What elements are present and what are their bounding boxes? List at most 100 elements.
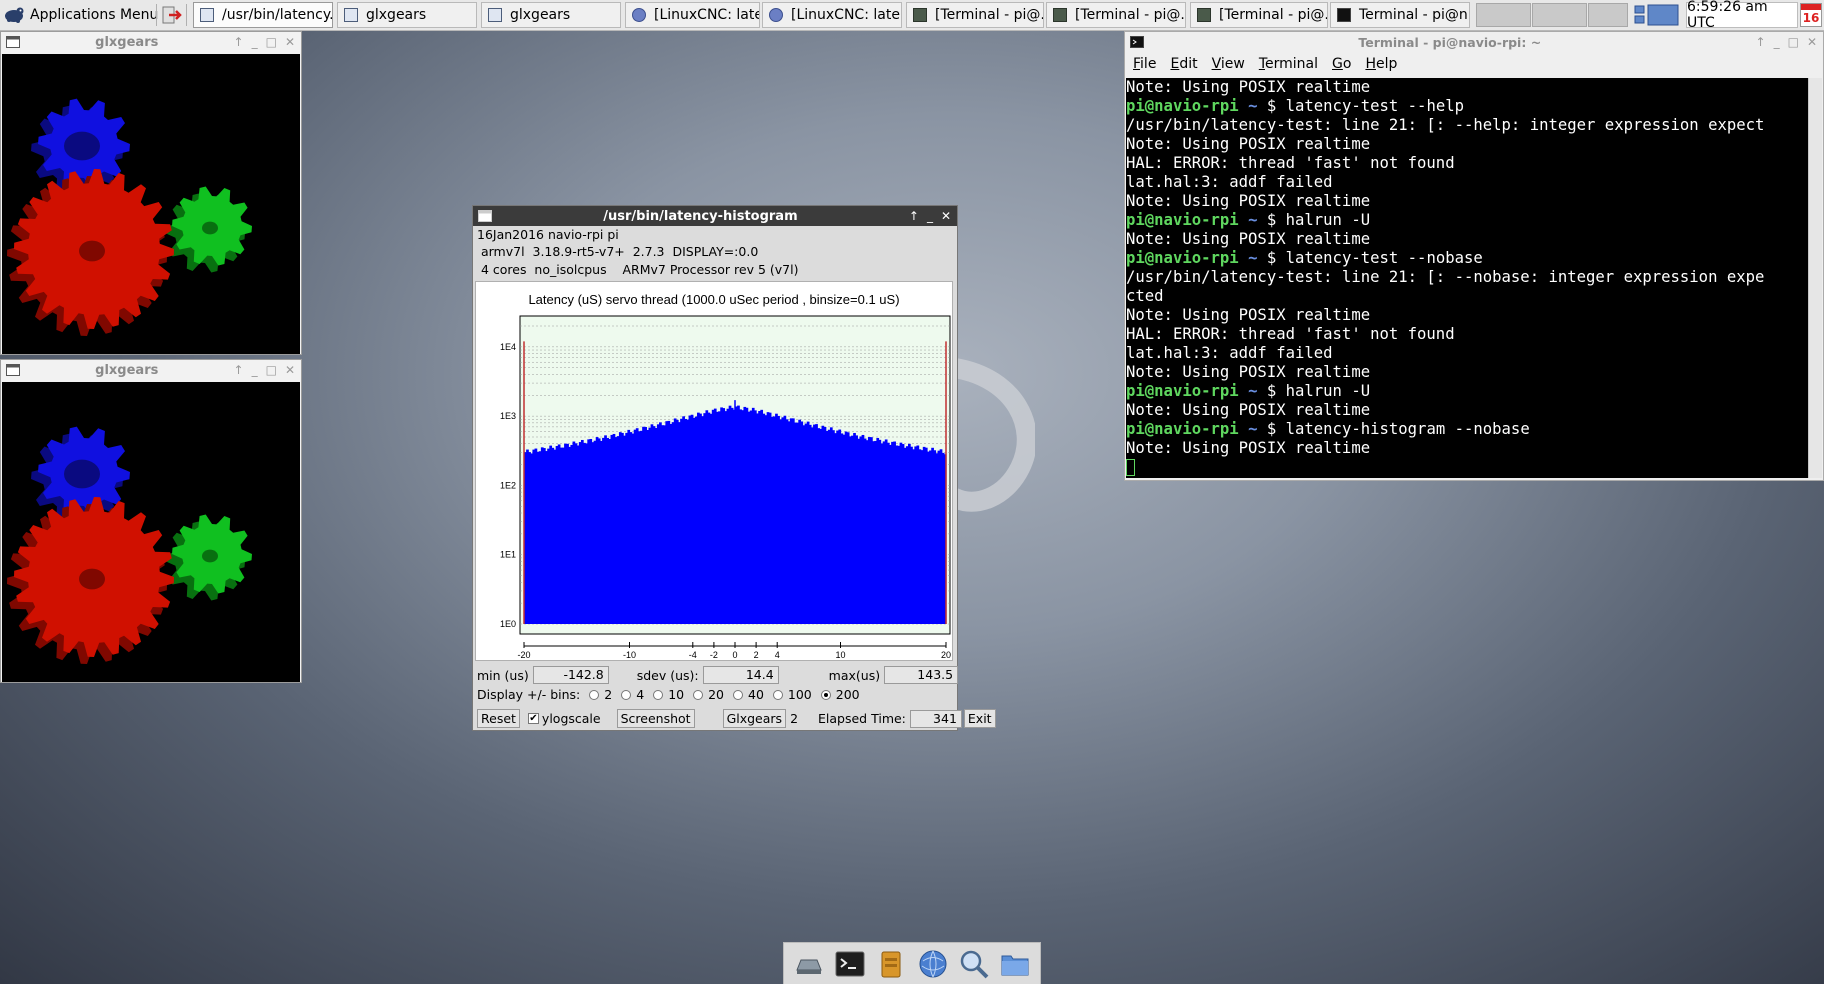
display-switch-icon[interactable] bbox=[1634, 4, 1680, 26]
clock[interactable]: 6:59:26 am UTC bbox=[1686, 0, 1798, 31]
terminal-icon[interactable] bbox=[834, 948, 866, 980]
close-button[interactable]: ✕ bbox=[285, 363, 295, 377]
radio-circle bbox=[621, 689, 632, 700]
terminal-line: lat.hal:3: addf failed bbox=[1126, 344, 1333, 362]
taskbar-item[interactable]: [LinuxCNC: late... bbox=[625, 2, 760, 28]
bins-radio[interactable]: 2 bbox=[589, 687, 612, 702]
terminal-line: Note: Using POSIX realtime bbox=[1126, 363, 1371, 381]
bins-radio[interactable]: 20 bbox=[693, 687, 724, 702]
minimize-button[interactable]: _ bbox=[927, 209, 933, 223]
workspace-1[interactable] bbox=[1476, 3, 1531, 27]
menu-mnemonic: G bbox=[1332, 56, 1343, 72]
bins-radio[interactable]: 4 bbox=[621, 687, 644, 702]
menu-go[interactable]: Go bbox=[1332, 56, 1351, 72]
screenshot-button[interactable]: Screenshot bbox=[616, 709, 695, 728]
shade-button[interactable]: ↑ bbox=[909, 209, 919, 223]
taskbar-item[interactable]: glxgears bbox=[337, 2, 477, 28]
show-desktop-icon[interactable] bbox=[793, 948, 825, 980]
maximize-button[interactable]: □ bbox=[266, 363, 277, 377]
exit-button[interactable]: Exit bbox=[963, 709, 996, 728]
info-line-cpu: 4 cores no_isolcpus ARMv7 Processor rev … bbox=[477, 262, 799, 277]
taskbar-item[interactable]: /usr/bin/latency... bbox=[193, 2, 333, 28]
calendar-icon[interactable]: 16 bbox=[1800, 3, 1822, 27]
menu-help[interactable]: Help bbox=[1365, 56, 1397, 72]
taskbar-item-label: glxgears bbox=[510, 7, 571, 23]
ylogscale-checkbox[interactable]: ✔ bbox=[527, 713, 539, 724]
terminal-line: Note: Using POSIX realtime bbox=[1126, 135, 1371, 153]
titlebar[interactable]: glxgears ↑ _ □ ✕ bbox=[1, 32, 301, 52]
bins-radio[interactable]: 100 bbox=[772, 687, 812, 702]
taskbar-item[interactable]: [Terminal - pi@... bbox=[906, 2, 1044, 28]
folder-icon[interactable] bbox=[999, 948, 1031, 980]
linuxcnc-icon bbox=[632, 8, 646, 22]
workspace-3[interactable] bbox=[1588, 3, 1628, 27]
shade-button[interactable]: ↑ bbox=[1756, 35, 1766, 49]
minimize-button[interactable]: _ bbox=[1774, 35, 1780, 49]
calendar-day: 16 bbox=[1802, 11, 1820, 25]
app-finder-icon[interactable] bbox=[958, 948, 990, 980]
maximize-button[interactable]: □ bbox=[1788, 35, 1799, 49]
window-icon bbox=[200, 8, 214, 22]
terminal-window[interactable]: Terminal - pi@navio-rpi: ~ ↑ _ □ ✕ File E… bbox=[1124, 31, 1824, 481]
menu-label-rest: iew bbox=[1220, 56, 1245, 72]
histogram-plot: Latency (uS) servo thread (1000.0 uSec p… bbox=[475, 281, 953, 661]
taskbar-item[interactable]: [LinuxCNC: late... bbox=[762, 2, 902, 28]
bins-radio-label: 10 bbox=[668, 687, 685, 702]
terminal-output[interactable]: Note: Using POSIX realtime pi@navio-rpi ~… bbox=[1126, 78, 1808, 478]
taskbar-item-label: /usr/bin/latency... bbox=[222, 7, 333, 23]
glxgears-button[interactable]: Glxgears bbox=[722, 709, 787, 728]
terminal-icon bbox=[1130, 36, 1144, 48]
max-label: max(us) bbox=[828, 667, 881, 683]
bins-radio[interactable]: 200 bbox=[820, 687, 860, 702]
window-icon bbox=[478, 210, 492, 222]
taskbar-item[interactable]: glxgears bbox=[481, 2, 621, 28]
glxgears-window-2[interactable]: glxgears ↑ _ □ ✕ bbox=[0, 359, 302, 683]
close-button[interactable]: ✕ bbox=[1807, 35, 1817, 49]
taskbar-item[interactable]: Terminal - pi@n... bbox=[1330, 2, 1470, 28]
applications-menu-button[interactable]: Applications Menu bbox=[2, 2, 158, 28]
terminal-line: pi@navio-rpi ~ $ halrun -U bbox=[1126, 211, 1808, 230]
min-label: min (us) bbox=[477, 667, 529, 683]
close-button[interactable]: ✕ bbox=[941, 209, 951, 223]
latency-histogram-window[interactable]: /usr/bin/latency-histogram ↑ _ ✕ 16Jan20… bbox=[472, 205, 996, 731]
titlebar[interactable]: /usr/bin/latency-histogram ↑ _ ✕ bbox=[473, 206, 957, 226]
taskbar-item-label: Terminal - pi@n... bbox=[1359, 7, 1470, 23]
menu-edit[interactable]: Edit bbox=[1170, 56, 1197, 72]
maximize-button[interactable]: □ bbox=[266, 35, 277, 49]
close-button[interactable]: ✕ bbox=[285, 35, 295, 49]
x-tick-label: -4 bbox=[689, 650, 697, 660]
menu-view[interactable]: View bbox=[1212, 56, 1245, 72]
menu-label-rest: o bbox=[1342, 56, 1352, 72]
minimize-button[interactable]: _ bbox=[252, 35, 258, 49]
x-tick-label: -2 bbox=[710, 650, 718, 660]
web-browser-icon[interactable] bbox=[917, 948, 949, 980]
titlebar[interactable]: glxgears ↑ _ □ ✕ bbox=[1, 360, 301, 380]
file-manager-icon[interactable] bbox=[875, 948, 907, 980]
info-line-kernel: armv7l 3.18.9-rt5-v7+ 2.7.3 DISPLAY=:0.0 bbox=[477, 244, 759, 259]
bins-radio[interactable]: 40 bbox=[733, 687, 764, 702]
titlebar[interactable]: Terminal - pi@navio-rpi: ~ ↑ _ □ ✕ bbox=[1125, 32, 1823, 52]
elapsed-time-value: 341 bbox=[909, 709, 962, 728]
menu-mnemonic: E bbox=[1170, 56, 1180, 72]
terminal-scrollbar[interactable] bbox=[1808, 78, 1822, 478]
shade-button[interactable]: ↑ bbox=[234, 363, 244, 377]
shade-button[interactable]: ↑ bbox=[234, 35, 244, 49]
taskbar-item[interactable]: [Terminal - pi@... bbox=[1190, 2, 1328, 28]
logout-icon[interactable] bbox=[160, 4, 182, 26]
minimize-button[interactable]: _ bbox=[252, 363, 258, 377]
glxgears-window-1[interactable]: glxgears ↑ _ □ ✕ bbox=[0, 31, 302, 355]
workspace-2[interactable] bbox=[1532, 3, 1587, 27]
bins-radio-label: 200 bbox=[835, 687, 860, 702]
menu-label-rest: ile bbox=[1140, 56, 1157, 72]
terminal-line: Note: Using POSIX realtime bbox=[1126, 78, 1371, 96]
menu-file[interactable]: File bbox=[1133, 56, 1156, 72]
menu-label-rest: erminal bbox=[1265, 56, 1318, 72]
terminal-icon bbox=[1197, 8, 1211, 22]
radio-circle bbox=[653, 689, 664, 700]
x-tick-label: -20 bbox=[517, 650, 530, 660]
reset-button[interactable]: Reset bbox=[477, 709, 520, 728]
menu-terminal[interactable]: Terminal bbox=[1259, 56, 1318, 72]
bins-radio[interactable]: 10 bbox=[653, 687, 684, 702]
taskbar-item[interactable]: [Terminal - pi@... bbox=[1046, 2, 1186, 28]
gears-canvas bbox=[2, 54, 300, 354]
